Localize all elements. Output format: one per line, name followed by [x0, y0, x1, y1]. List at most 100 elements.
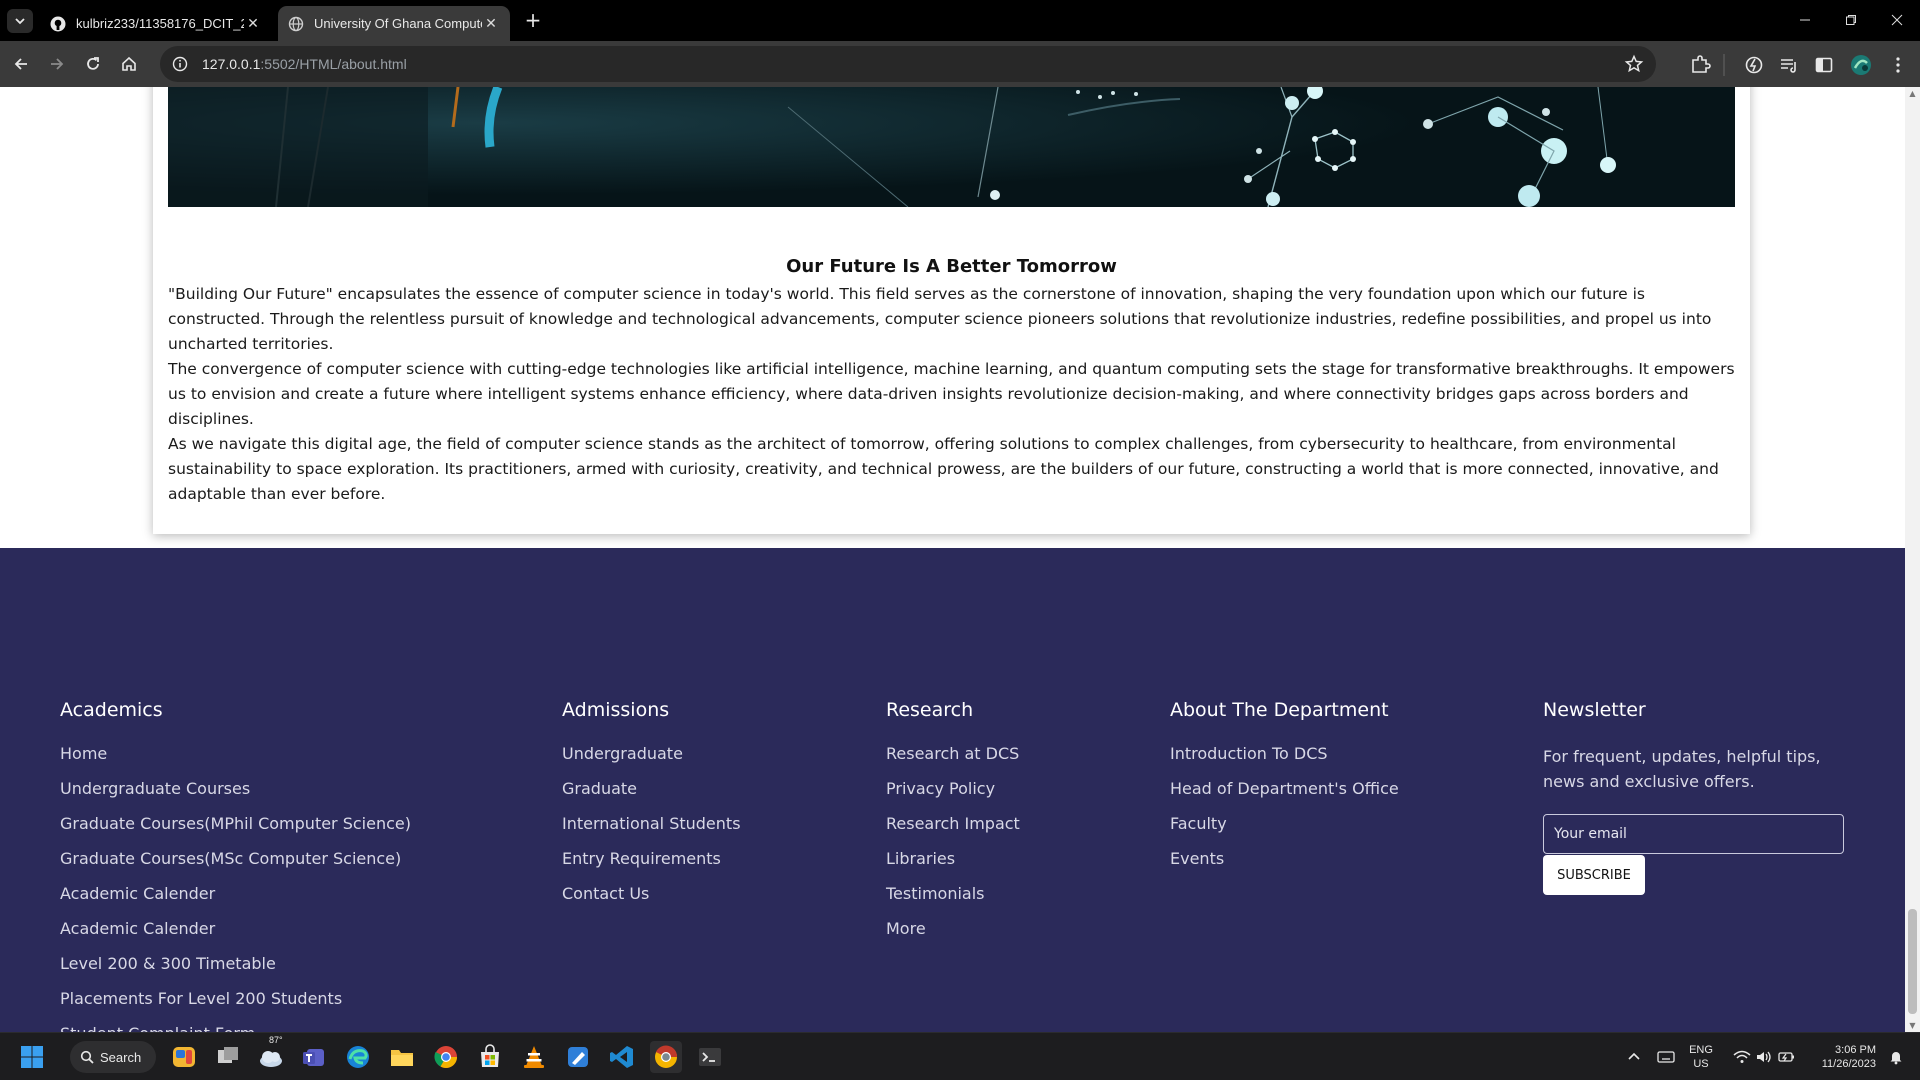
site-info-icon[interactable] [170, 54, 190, 74]
media-control-icon[interactable] [1778, 54, 1800, 76]
clock-time: 3:06 PM [1835, 1044, 1876, 1056]
home-icon[interactable] [114, 49, 144, 79]
url-text: 127.0.0.1:5502/HTML/about.html [202, 56, 407, 72]
footer-link[interactable]: Level 200 & 300 Timetable [60, 954, 411, 989]
footer-link[interactable]: Head of Department's Office [1170, 779, 1399, 814]
footer-link-list: Home Undergraduate Courses Graduate Cour… [60, 744, 411, 1032]
extensions-icon[interactable] [1689, 54, 1711, 76]
article-body: "Building Our Future" encapsulates the e… [168, 282, 1736, 507]
profile-avatar-icon[interactable] [1850, 54, 1872, 76]
chrome-icon[interactable] [430, 1041, 462, 1073]
taskbar-search-label: Search [100, 1049, 142, 1065]
weather-temp: 87° [269, 1035, 283, 1045]
taskbar-search[interactable]: Search [70, 1041, 156, 1073]
windows-taskbar: Search 87° ENG US 3:06 PM 11/26/2023 [0, 1032, 1920, 1080]
weather-icon[interactable]: 87° [255, 1035, 287, 1073]
bookmark-star-icon[interactable] [1624, 54, 1644, 74]
paint-icon[interactable] [562, 1041, 594, 1073]
minimize-icon[interactable] [1782, 0, 1828, 40]
footer-heading: Academics [60, 699, 163, 721]
page-scrollbar[interactable]: ▲ ▼ [1905, 87, 1920, 1032]
footer-link[interactable]: Undergraduate Courses [60, 779, 411, 814]
scrollbar-thumb[interactable] [1908, 909, 1917, 1014]
footer-link[interactable]: Placements For Level 200 Students [60, 989, 411, 1024]
notification-bell-icon[interactable] [1880, 1041, 1912, 1073]
forward-icon[interactable] [42, 49, 72, 79]
window-close-icon[interactable] [1874, 0, 1920, 40]
footer-link[interactable]: Student Complaint Form [60, 1024, 411, 1032]
tab-github[interactable]: kulbriz233/11358176_DCIT_205 ✕ [40, 6, 272, 41]
site-footer: Academics Home Undergraduate Courses Gra… [0, 548, 1905, 1032]
footer-link[interactable]: Faculty [1170, 814, 1399, 849]
vscode-icon[interactable] [606, 1041, 638, 1073]
footer-link[interactable]: Home [60, 744, 411, 779]
footer-link[interactable]: Graduate Courses(MPhil Computer Science) [60, 814, 411, 849]
teams-icon[interactable] [298, 1041, 330, 1073]
clock[interactable]: 3:06 PM 11/26/2023 [1806, 1043, 1876, 1071]
hero-network-image [168, 87, 1735, 207]
search-icon [80, 1050, 94, 1064]
footer-link[interactable]: Academic Calender [60, 884, 411, 919]
footer-link[interactable]: Privacy Policy [886, 779, 1020, 814]
article-paragraph: As we navigate this digital age, the fie… [168, 435, 1719, 503]
language-code: ENG [1689, 1044, 1713, 1056]
reload-icon[interactable] [78, 49, 108, 79]
footer-heading: Newsletter [1543, 699, 1646, 721]
footer-link[interactable]: Research at DCS [886, 744, 1020, 779]
tab-about-page[interactable]: University Of Ghana Computer ✕ [278, 6, 510, 41]
footer-link[interactable]: Events [1170, 849, 1399, 884]
footer-link[interactable]: Introduction To DCS [1170, 744, 1399, 779]
scroll-down-icon[interactable]: ▼ [1908, 1021, 1917, 1030]
language-indicator[interactable]: ENG US [1686, 1043, 1716, 1071]
new-tab-button[interactable]: + [520, 9, 546, 33]
vlc-icon[interactable] [518, 1041, 550, 1073]
side-panel-icon[interactable] [1813, 54, 1835, 76]
footer-link[interactable]: Libraries [886, 849, 1020, 884]
footer-link[interactable]: Undergraduate [562, 744, 741, 779]
restore-icon[interactable] [1828, 0, 1874, 40]
url-path: :5502/HTML/about.html [260, 56, 407, 72]
newsletter-description: For frequent, updates, helpful tips, new… [1543, 747, 1821, 791]
footer-heading: Research [886, 699, 974, 721]
show-hidden-icons-icon[interactable] [1618, 1041, 1650, 1073]
globe-icon [288, 16, 304, 32]
article-paragraph: The convergence of computer science with… [168, 360, 1735, 428]
close-icon[interactable]: ✕ [482, 15, 500, 32]
task-view-icon[interactable] [212, 1041, 244, 1073]
keyboard-icon[interactable] [1650, 1041, 1682, 1073]
scroll-up-icon[interactable]: ▲ [1908, 89, 1917, 98]
footer-link[interactable]: Contact Us [562, 884, 741, 919]
footer-link[interactable]: Academic Calender [60, 919, 411, 954]
footer-link[interactable]: More [886, 919, 1020, 954]
back-icon[interactable] [6, 49, 36, 79]
tab-search-button[interactable] [7, 9, 33, 33]
newsletter-email-input[interactable] [1543, 814, 1844, 854]
footer-link-list: Research at DCS Privacy Policy Research … [886, 744, 1020, 954]
browser-tab-bar: kulbriz233/11358176_DCIT_205 ✕ Universit… [0, 0, 1920, 41]
footer-link[interactable]: Testimonials [886, 884, 1020, 919]
url-host: 127.0.0.1 [202, 56, 261, 72]
edge-icon[interactable] [342, 1041, 374, 1073]
battery-icon[interactable] [1771, 1041, 1803, 1073]
microsoft-store-icon[interactable] [474, 1041, 506, 1073]
chrome-dev-icon[interactable] [650, 1041, 682, 1073]
performance-icon[interactable] [1743, 54, 1765, 76]
terminal-icon[interactable] [694, 1041, 726, 1073]
article-title: Our Future Is A Better Tomorrow [786, 256, 1117, 277]
footer-link[interactable]: International Students [562, 814, 741, 849]
menu-kebab-icon[interactable] [1887, 54, 1909, 76]
file-explorer-icon[interactable] [386, 1041, 418, 1073]
chevron-down-icon [15, 18, 25, 25]
subscribe-button[interactable]: SUBSCRIBE [1543, 855, 1645, 895]
footer-link[interactable]: Graduate Courses(MSc Computer Science) [60, 849, 411, 884]
footer-link[interactable]: Entry Requirements [562, 849, 741, 884]
tab-title: University Of Ghana Computer [314, 16, 482, 31]
footer-link[interactable]: Graduate [562, 779, 741, 814]
windows-start-icon[interactable] [16, 1041, 48, 1073]
clock-date: 11/26/2023 [1821, 1058, 1876, 1070]
region-code: US [1693, 1058, 1709, 1070]
widgets-icon[interactable] [168, 1041, 200, 1073]
footer-link[interactable]: Research Impact [886, 814, 1020, 849]
close-icon[interactable]: ✕ [244, 15, 262, 32]
address-bar[interactable]: 127.0.0.1:5502/HTML/about.html [160, 46, 1656, 82]
